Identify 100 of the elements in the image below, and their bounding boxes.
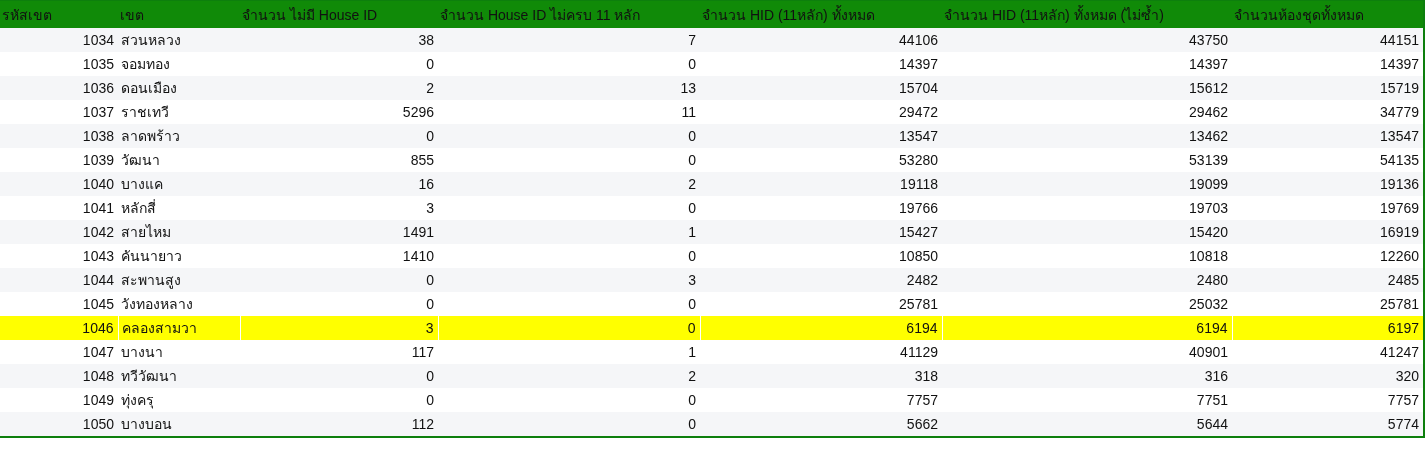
table-cell: 19099	[942, 172, 1232, 196]
table-cell: 41129	[700, 340, 942, 364]
table-cell: 1048	[0, 364, 118, 388]
table-cell: 34779	[1232, 100, 1424, 124]
table-cell: 5644	[942, 412, 1232, 437]
table-cell: ทวีวัฒนา	[118, 364, 240, 388]
table-cell: 1	[438, 340, 700, 364]
table-cell: 1036	[0, 76, 118, 100]
table-cell: 12260	[1232, 244, 1424, 268]
table-cell: 38	[240, 28, 438, 52]
table-cell: 2482	[700, 268, 942, 292]
table-cell: ทุ่งครุ	[118, 388, 240, 412]
table-cell: 0	[240, 52, 438, 76]
table-cell: 0	[240, 364, 438, 388]
table-cell: ดอนเมือง	[118, 76, 240, 100]
table-cell: 15420	[942, 220, 1232, 244]
table-cell: 3	[438, 268, 700, 292]
table-cell: สะพานสูง	[118, 268, 240, 292]
table-cell: 0	[240, 268, 438, 292]
column-header[interactable]: เขต	[118, 0, 240, 28]
table-cell: 6194	[700, 316, 942, 340]
table-cell: 5296	[240, 100, 438, 124]
table-cell: 15427	[700, 220, 942, 244]
table-cell: 25032	[942, 292, 1232, 316]
table-cell: 1049	[0, 388, 118, 412]
table-cell: 13462	[942, 124, 1232, 148]
table-cell: 0	[438, 316, 700, 340]
table-cell: 1042	[0, 220, 118, 244]
table-cell: 10850	[700, 244, 942, 268]
table-cell: 7	[438, 28, 700, 52]
table-cell: คันนายาว	[118, 244, 240, 268]
table-cell: 3	[240, 316, 438, 340]
column-header[interactable]: จำนวน ไม่มี House ID	[240, 0, 438, 28]
table-cell: 0	[240, 292, 438, 316]
table-cell: 1038	[0, 124, 118, 148]
column-header[interactable]: จำนวน HID (11หลัก) ทั้งหมด	[700, 0, 942, 28]
table-cell: 5662	[700, 412, 942, 437]
table-cell: จอมทอง	[118, 52, 240, 76]
table-cell: 6194	[942, 316, 1232, 340]
table-cell: ลาดพร้าว	[118, 124, 240, 148]
table-cell: 3	[240, 196, 438, 220]
table-cell: 0	[240, 124, 438, 148]
table-cell: 19118	[700, 172, 942, 196]
table-cell: สวนหลวง	[118, 28, 240, 52]
table-cell: 13547	[700, 124, 942, 148]
table-cell: 6197	[1232, 316, 1424, 340]
table-cell: บางแค	[118, 172, 240, 196]
table-cell: 0	[438, 124, 700, 148]
table-cell: 43750	[942, 28, 1232, 52]
table-cell: 2480	[942, 268, 1232, 292]
table-cell: คลองสามวา	[118, 316, 240, 340]
table-cell: วัฒนา	[118, 148, 240, 172]
table-cell: 5774	[1232, 412, 1424, 437]
table-cell: 19769	[1232, 196, 1424, 220]
table-cell: 25781	[700, 292, 942, 316]
column-header[interactable]: จำนวน House ID ไม่ครบ 11 หลัก	[438, 0, 700, 28]
table-cell: 0	[438, 148, 700, 172]
table-cell: 1043	[0, 244, 118, 268]
table-cell: 14397	[1232, 52, 1424, 76]
table-cell: 19136	[1232, 172, 1424, 196]
table-cell: 7751	[942, 388, 1232, 412]
table-cell: 318	[700, 364, 942, 388]
table-cell: 16919	[1232, 220, 1424, 244]
table-cell: 1	[438, 220, 700, 244]
table-cell: 1040	[0, 172, 118, 196]
table-cell: 112	[240, 412, 438, 437]
table-cell: 0	[240, 388, 438, 412]
table-cell: 16	[240, 172, 438, 196]
table-cell: 1039	[0, 148, 118, 172]
table-cell: 14397	[700, 52, 942, 76]
table-cell: 13547	[1232, 124, 1424, 148]
table-cell: 117	[240, 340, 438, 364]
table-cell: 53139	[942, 148, 1232, 172]
table-cell: 0	[438, 292, 700, 316]
table-cell: 40901	[942, 340, 1232, 364]
table-cell: 19766	[700, 196, 942, 220]
column-header[interactable]: จำนวนห้องชุดทั้งหมด	[1232, 0, 1424, 28]
table-cell: 1046	[0, 316, 118, 340]
table-cell: 44106	[700, 28, 942, 52]
table-cell: 11	[438, 100, 700, 124]
table-cell: 53280	[700, 148, 942, 172]
table-cell: 13	[438, 76, 700, 100]
table-cell: 855	[240, 148, 438, 172]
table-cell: 1034	[0, 28, 118, 52]
table-cell: 15612	[942, 76, 1232, 100]
table-cell: 10818	[942, 244, 1232, 268]
table-cell: บางนา	[118, 340, 240, 364]
table-cell: บางบอน	[118, 412, 240, 437]
column-header[interactable]: รหัสเขต	[0, 0, 118, 28]
table-cell: 316	[942, 364, 1232, 388]
table-cell: 1044	[0, 268, 118, 292]
table-cell: 1045	[0, 292, 118, 316]
table-cell: 1047	[0, 340, 118, 364]
table-cell: 0	[438, 244, 700, 268]
table-cell: 1050	[0, 412, 118, 437]
table-cell: 1410	[240, 244, 438, 268]
table-cell: 2485	[1232, 268, 1424, 292]
table-cell: 2	[438, 364, 700, 388]
column-header[interactable]: จำนวน HID (11หลัก) ทั้งหมด (ไม่ซ้ำ)	[942, 0, 1232, 28]
table-cell: 1491	[240, 220, 438, 244]
